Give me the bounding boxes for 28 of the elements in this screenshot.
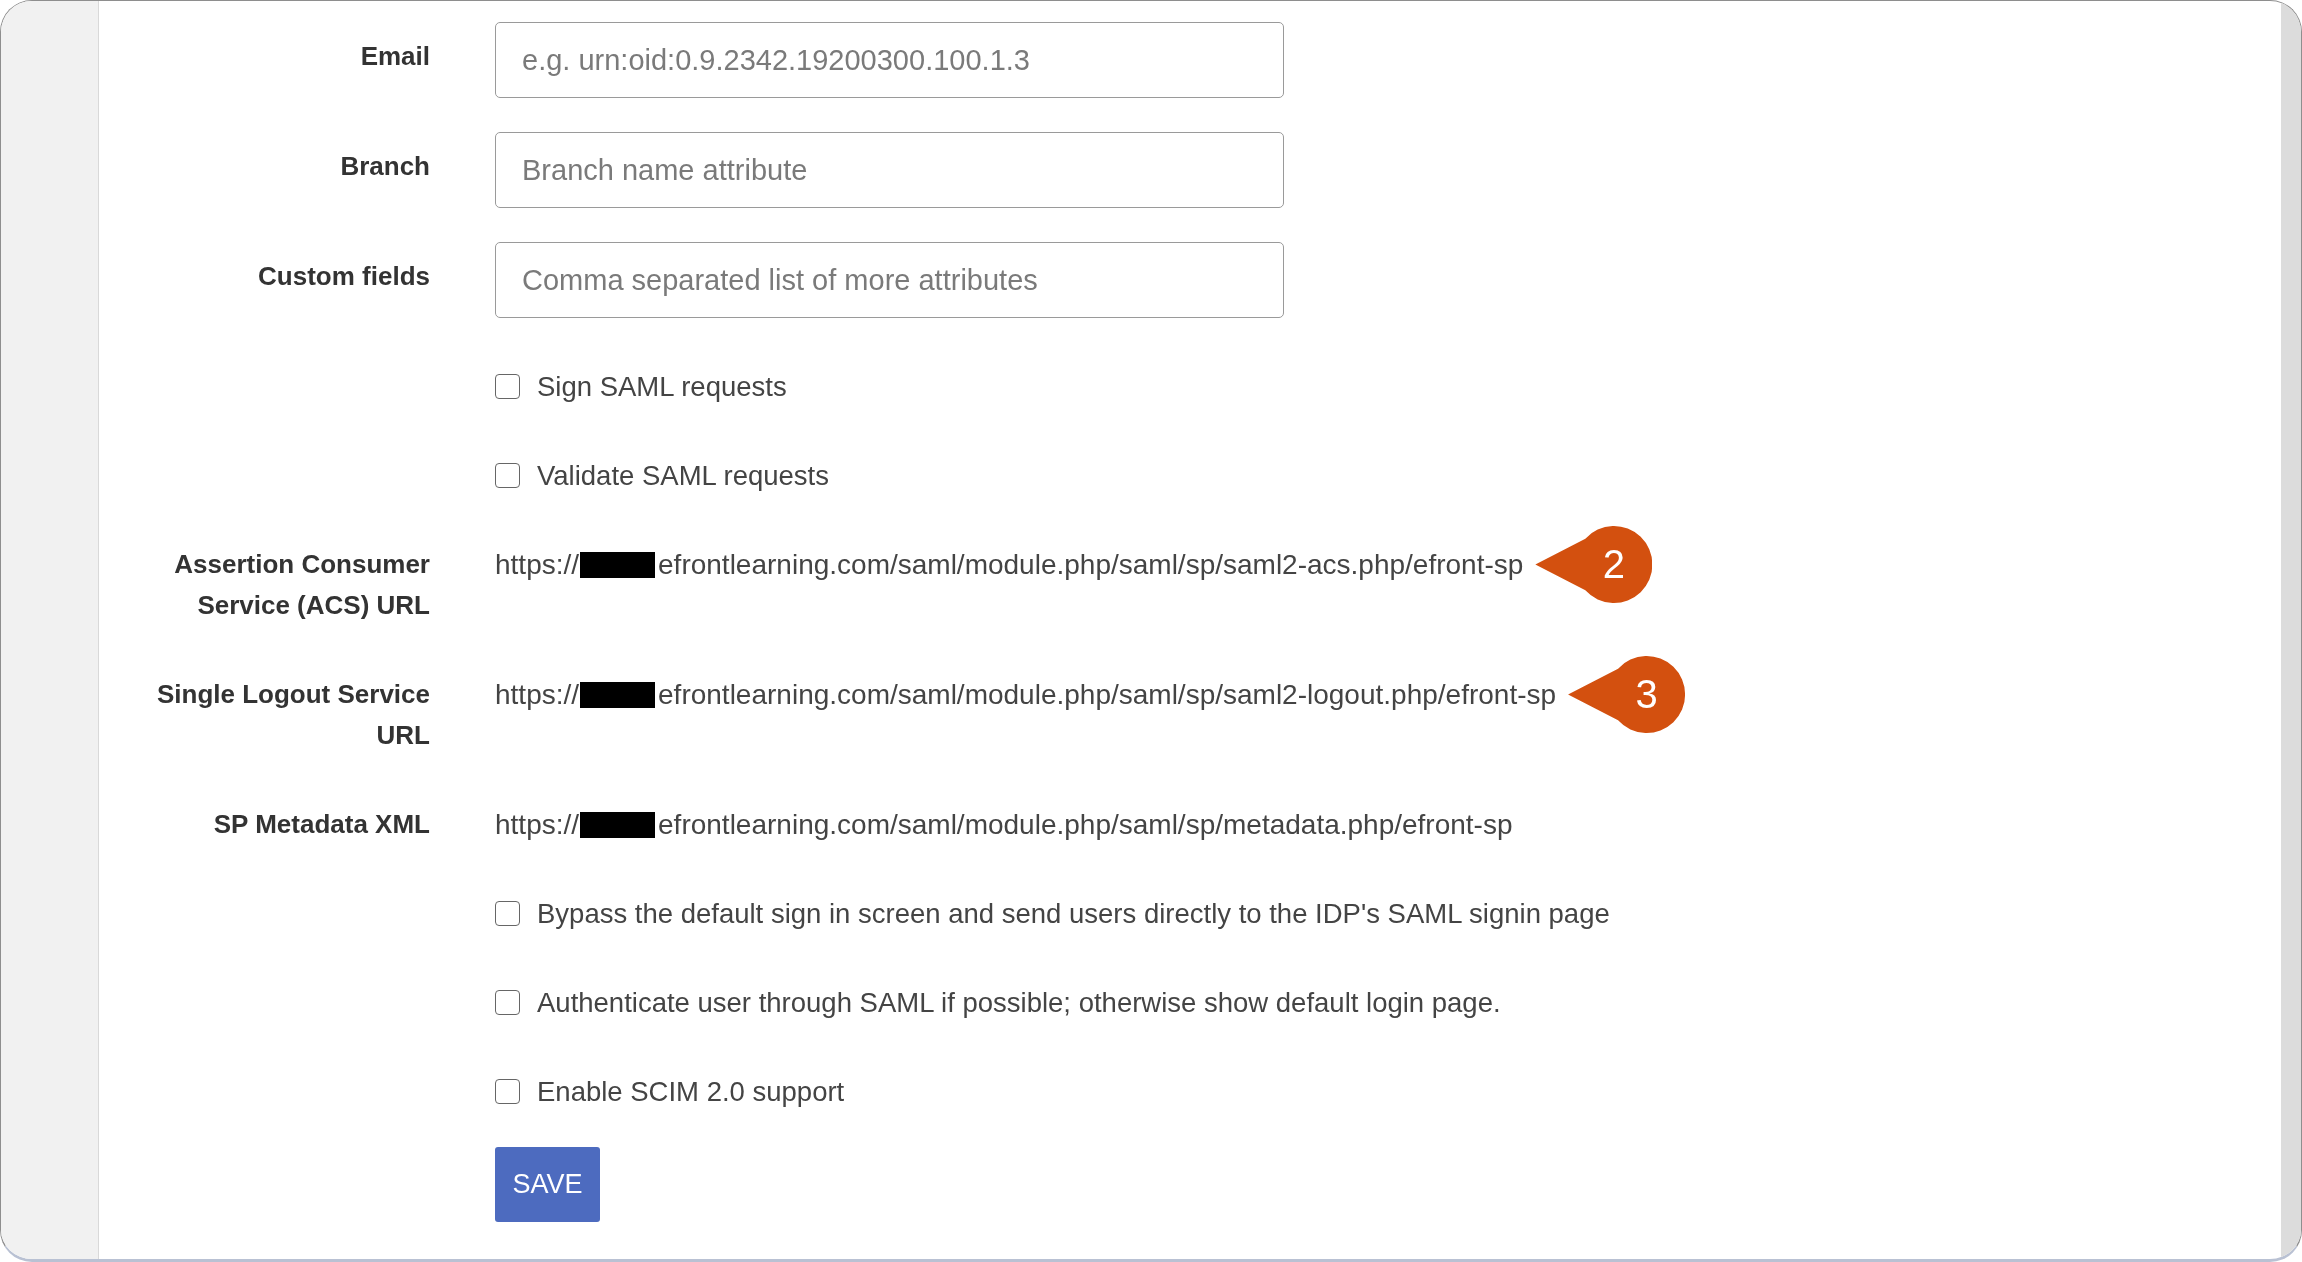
save-button[interactable]: SAVE — [495, 1147, 600, 1222]
checkbox[interactable] — [495, 901, 520, 926]
checkbox-label: Bypass the default sign in screen and send users directly to the IDP's SAML signin page — [537, 897, 1610, 931]
field-label: Email — [359, 40, 430, 73]
field-label: Custom fields — [257, 260, 430, 293]
checkbox-label: Validate SAML requests — [537, 459, 829, 493]
url-text: efrontlearning.com/saml/module.php/saml/sp/saml2-acs.php/efront-sp — [658, 548, 1524, 582]
input-field[interactable]: e.g. urn:oid:0.9.2342.19200300.100.1.3 — [495, 22, 1284, 98]
url-text: https:// — [495, 678, 580, 712]
checkbox[interactable] — [495, 463, 520, 488]
checkbox[interactable] — [495, 990, 520, 1015]
checkbox[interactable] — [495, 374, 520, 399]
url-text: efrontlearning.com/saml/module.php/saml/sp/metadata.php/efront-sp — [658, 808, 1513, 842]
url-text: https:// — [495, 548, 580, 582]
field-label: SP Metadata XML — [212, 808, 430, 841]
url-text: https:// — [495, 808, 580, 842]
field-label: Assertion Consumer Service (ACS) URL — [173, 548, 430, 622]
field-label: Single Logout Service URL — [155, 678, 430, 752]
field-label: Branch — [339, 150, 430, 183]
callout-badge: 2 — [1535, 526, 1653, 603]
input-field[interactable]: Branch name attribute — [495, 132, 1284, 208]
input-field[interactable]: Comma separated list of more attributes — [495, 242, 1284, 318]
url-text: efrontlearning.com/saml/module.php/saml/sp/saml2-logout.php/efront-sp — [658, 678, 1557, 712]
callout-badge: 3 — [1568, 656, 1686, 733]
checkbox-label: Sign SAML requests — [537, 370, 787, 404]
checkbox[interactable] — [495, 1079, 520, 1104]
checkbox-label: Enable SCIM 2.0 support — [537, 1075, 845, 1109]
checkbox-label: Authenticate user through SAML if possible; otherwise show default login page. — [537, 986, 1501, 1020]
